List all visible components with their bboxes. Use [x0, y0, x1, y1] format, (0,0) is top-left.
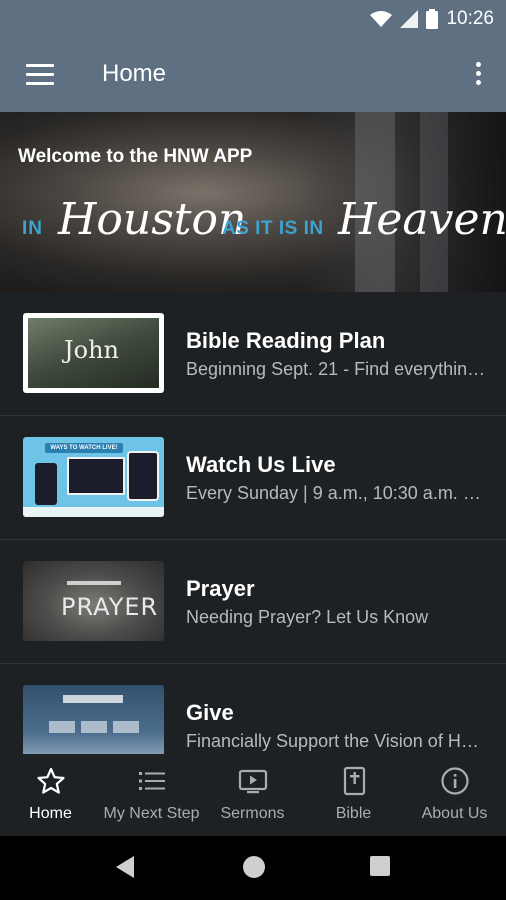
give-thumbnail — [23, 685, 164, 754]
list-item-subtitle: Every Sunday | 9 a.m., 10:30 a.m. and mo… — [186, 483, 486, 503]
thumbnail-john-text: John — [64, 336, 119, 364]
nav-about-us[interactable]: About Us — [404, 754, 505, 836]
prayer-thumbnail: PRAYER — [23, 561, 164, 641]
app-bar: Home — [0, 38, 506, 112]
list-item-subtitle: Needing Prayer? Let Us Know — [186, 607, 429, 627]
list-item-title: Bible Reading Plan — [186, 328, 386, 353]
banner-tagline: IN Houston AS IT IS IN Heaven. — [20, 190, 506, 260]
list-item-title: Prayer — [186, 576, 255, 601]
nav-home[interactable]: Home — [0, 754, 101, 836]
recent-apps-icon[interactable] — [370, 856, 390, 876]
list-item-prayer[interactable]: PRAYER Prayer Needing Prayer? Let Us Kno… — [0, 540, 506, 664]
bible-reading-plan-thumbnail: John — [23, 313, 164, 393]
thumbnail-give-text — [63, 695, 123, 703]
banner-welcome-text: Welcome to the HNW APP — [18, 146, 253, 167]
page-title: Home — [102, 60, 167, 87]
star-icon — [36, 767, 65, 794]
status-bar: 10:26 — [0, 0, 506, 38]
list-item-give[interactable]: Give Financially Support the Vision of H… — [0, 664, 506, 754]
thumbnail-watch-text: WAYS TO WATCH LIVE! — [45, 443, 123, 453]
list-item-title: Give — [186, 700, 234, 725]
nav-about-us-label: About Us — [421, 805, 488, 822]
welcome-banner: Welcome to the HNW APP IN Houston AS IT … — [0, 112, 506, 292]
banner-houston-text: Houston — [58, 194, 247, 245]
bible-icon — [343, 766, 365, 796]
thumbnail-prayer-text: PRAYER — [61, 593, 159, 621]
nav-home-label: Home — [29, 805, 72, 822]
tv-play-icon — [238, 769, 267, 794]
nav-bible[interactable]: Bible — [303, 754, 404, 836]
watch-us-live-thumbnail: WAYS TO WATCH LIVE! — [23, 437, 164, 517]
content-list: John Bible Reading Plan Beginning Sept. … — [0, 292, 506, 754]
banner-heaven-text: Heaven. — [338, 194, 506, 245]
info-icon — [440, 767, 469, 795]
system-navigation-bar — [0, 836, 506, 900]
signal-icon — [400, 10, 419, 28]
banner-as-it-is-in-text: AS IT IS IN — [222, 218, 324, 239]
banner-in-text: IN — [22, 218, 43, 239]
battery-icon — [426, 9, 439, 29]
list-item-subtitle: Beginning Sept. 21 - Find everything you… — [186, 359, 486, 379]
back-icon[interactable] — [116, 856, 134, 878]
bottom-navigation: Home My Next Step Sermons Bible About Us — [0, 754, 506, 836]
nav-sermons-label: Sermons — [220, 805, 285, 822]
status-time: 10:26 — [446, 8, 494, 29]
list-item-watch-us-live[interactable]: WAYS TO WATCH LIVE! Watch Us Live Every … — [0, 416, 506, 540]
list-icon — [138, 772, 165, 790]
nav-my-next-step[interactable]: My Next Step — [101, 754, 202, 836]
home-circle-icon[interactable] — [243, 856, 265, 878]
list-item-bible-reading-plan[interactable]: John Bible Reading Plan Beginning Sept. … — [0, 292, 506, 416]
nav-sermons[interactable]: Sermons — [202, 754, 303, 836]
list-item-subtitle: Financially Support the Vision of HNW — [186, 731, 486, 751]
overflow-menu-icon[interactable] — [474, 62, 482, 90]
hamburger-menu-icon[interactable] — [26, 64, 54, 86]
list-item-title: Watch Us Live — [186, 452, 336, 477]
nav-bible-label: Bible — [335, 805, 372, 822]
nav-my-next-step-label: My Next Step — [103, 805, 200, 822]
wifi-icon — [370, 11, 393, 27]
